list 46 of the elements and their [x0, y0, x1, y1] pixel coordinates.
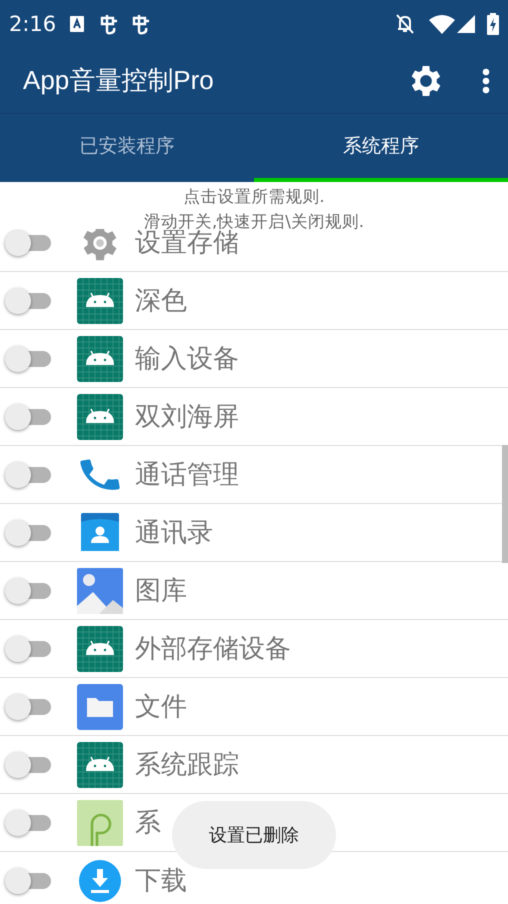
- clock: 2:16: [9, 12, 56, 36]
- download-icon: [77, 858, 123, 904]
- app-name[interactable]: 通话管理: [135, 457, 239, 492]
- android-icon: [77, 394, 123, 440]
- scrollbar[interactable]: [502, 445, 508, 563]
- toggle-switch[interactable]: [5, 634, 51, 662]
- android-icon: [77, 742, 123, 788]
- hint-text: 滑动开关,快速开启\关闭规则.: [144, 211, 364, 231]
- app-name[interactable]: 深色: [135, 283, 187, 318]
- gallery-icon: [77, 568, 123, 614]
- app-name[interactable]: 图库: [135, 573, 187, 608]
- text-app-icon: [70, 16, 84, 32]
- toggle-switch[interactable]: [5, 286, 51, 314]
- wifi-icon: [429, 14, 455, 34]
- battery-icon: [487, 13, 499, 35]
- app-name[interactable]: 系: [135, 805, 161, 840]
- toggle-switch[interactable]: [5, 692, 51, 720]
- app-name[interactable]: 文件: [135, 689, 187, 724]
- toggle-switch[interactable]: [5, 229, 51, 256]
- toast-message: 设置已删除: [172, 801, 336, 869]
- android-icon: [77, 278, 123, 324]
- folder-icon: [77, 684, 123, 730]
- toggle-switch[interactable]: [5, 866, 51, 894]
- app-name[interactable]: 外部存储设备: [135, 631, 291, 666]
- android-icon: [77, 626, 123, 672]
- app-name[interactable]: 设置存储: [135, 229, 239, 260]
- app-name[interactable]: 双刘海屏: [135, 399, 239, 434]
- toggle-switch[interactable]: [5, 402, 51, 430]
- hint-text: 点击设置所需规则.: [183, 186, 325, 208]
- toggle-switch[interactable]: [5, 518, 51, 546]
- more-menu-icon[interactable]: [482, 68, 490, 94]
- toggle-switch[interactable]: [5, 808, 51, 836]
- signal-icon: [457, 15, 475, 33]
- app-name[interactable]: 系统跟踪: [135, 747, 239, 782]
- app-title: App音量控制Pro: [23, 64, 215, 97]
- android-icon: [77, 336, 123, 382]
- app-name[interactable]: 通讯录: [135, 515, 213, 550]
- tab[interactable]: 系统程序: [254, 114, 508, 182]
- toggle-switch[interactable]: [5, 576, 51, 604]
- letter-p-icon: [77, 800, 123, 846]
- toggle-switch[interactable]: [5, 344, 51, 372]
- app-name[interactable]: 输入设备: [135, 341, 239, 376]
- muted-bell-icon: [395, 13, 415, 35]
- tab[interactable]: 已安装程序: [0, 114, 254, 182]
- toggle-switch[interactable]: [5, 750, 51, 778]
- toggle-switch[interactable]: [5, 460, 51, 488]
